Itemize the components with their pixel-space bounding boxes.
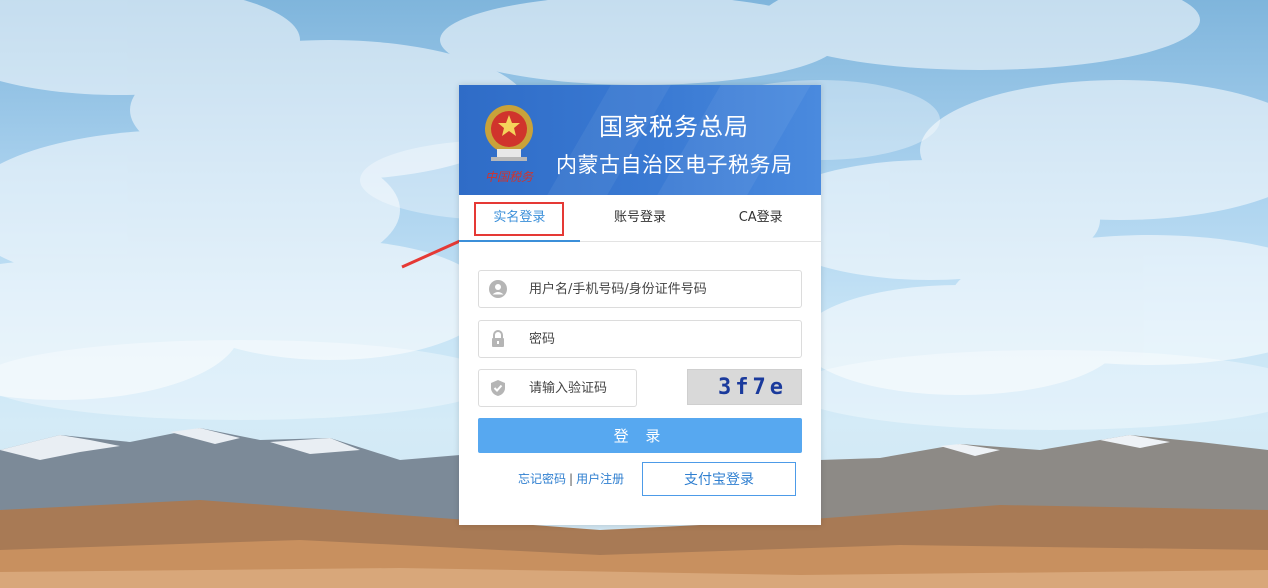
username-field xyxy=(478,270,802,308)
register-link[interactable]: 用户注册 xyxy=(576,472,624,486)
page-subtitle: 内蒙古自治区电子税务局 xyxy=(556,153,793,177)
password-input[interactable] xyxy=(529,321,789,357)
account-links: 忘记密码 | 用户注册 xyxy=(518,470,624,487)
username-input[interactable] xyxy=(529,271,789,307)
captcha-input[interactable] xyxy=(529,370,629,406)
tax-emblem-icon: 中国税务 xyxy=(485,105,534,184)
card-header: 中国税务 国家税务总局 内蒙古自治区电子税务局 xyxy=(459,85,821,195)
page-title: 国家税务总局 xyxy=(599,113,749,141)
svg-text:中国税务: 中国税务 xyxy=(485,170,534,184)
tab-account-login[interactable]: 账号登录 xyxy=(580,195,701,241)
annotation-highlight-box xyxy=(474,202,564,236)
login-card: 中国税务 国家税务总局 内蒙古自治区电子税务局 实名登录 账号登录 CA登录 用… xyxy=(459,85,821,525)
login-page: 中国税务 国家税务总局 内蒙古自治区电子税务局 实名登录 账号登录 CA登录 用… xyxy=(0,0,1268,588)
tab-ca-login[interactable]: CA登录 xyxy=(700,195,821,241)
shield-icon xyxy=(479,370,517,406)
lock-icon xyxy=(479,321,517,357)
alipay-login-button[interactable]: 支付宝登录 xyxy=(642,462,796,496)
captcha-field xyxy=(478,369,637,407)
forgot-password-link[interactable]: 忘记密码 xyxy=(518,472,566,486)
login-button[interactable]: 登 录 xyxy=(478,418,802,453)
user-icon xyxy=(479,271,517,307)
password-field xyxy=(478,320,802,358)
captcha-image[interactable]: 3f7e xyxy=(687,369,802,405)
links-separator: | xyxy=(569,472,574,486)
